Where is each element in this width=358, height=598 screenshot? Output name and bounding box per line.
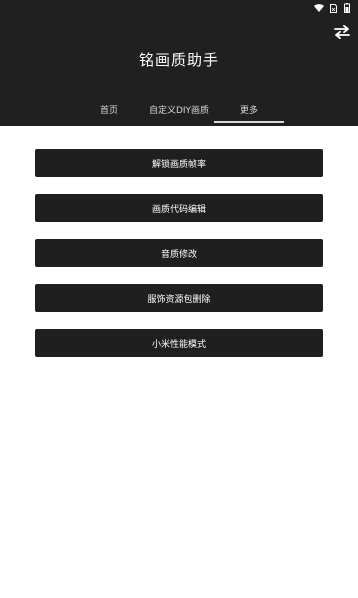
tab-indicator	[214, 121, 284, 123]
wifi-icon	[314, 3, 324, 13]
swap-button[interactable]	[332, 24, 352, 42]
quality-code-edit-button[interactable]: 画质代码编辑	[35, 194, 323, 222]
app-header: 铭画质助手 首页 自定义DIY画质 更多	[0, 0, 358, 126]
app-title: 铭画质助手	[138, 51, 219, 69]
swap-icon	[333, 24, 351, 43]
more-menu: 解锁画质帧率 画质代码编辑 音质修改 服饰资源包删除 小米性能模式	[35, 149, 323, 374]
tab-more[interactable]: 更多	[214, 96, 284, 122]
tab-bar: 首页 自定义DIY画质 更多	[0, 96, 358, 126]
xiaomi-performance-mode-button[interactable]: 小米性能模式	[35, 329, 323, 357]
sim-icon	[328, 3, 338, 13]
audio-quality-button[interactable]: 音质修改	[35, 239, 323, 267]
battery-icon	[342, 3, 352, 13]
status-bar	[314, 2, 352, 14]
unlock-framerate-button[interactable]: 解锁画质帧率	[35, 149, 323, 177]
delete-outfit-pack-button[interactable]: 服饰资源包删除	[35, 284, 323, 312]
tab-home[interactable]: 首页	[80, 96, 138, 122]
tab-custom-diy-quality[interactable]: 自定义DIY画质	[140, 96, 218, 122]
